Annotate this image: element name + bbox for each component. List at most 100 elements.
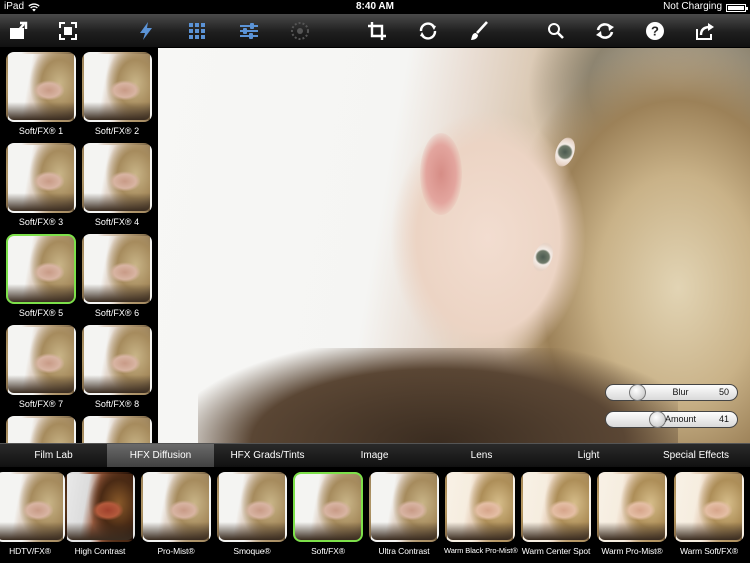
- preset-thumbnail-label: Soft/FX® 7: [18, 399, 64, 409]
- filter-thumbnail[interactable]: HDTV/FX®: [0, 472, 66, 556]
- refresh-button[interactable]: [592, 18, 618, 44]
- preset-thumbnail[interactable]: Soft/FX® 6: [81, 234, 153, 318]
- magnify-button[interactable]: [543, 18, 569, 44]
- brush-button[interactable]: [466, 18, 492, 44]
- tab-hfx-diffusion[interactable]: HFX Diffusion: [107, 444, 214, 468]
- filter-thumbnail-image: [293, 472, 363, 542]
- filter-thumbnail-label: Warm Pro-Mist®: [601, 546, 663, 556]
- grid-button[interactable]: [184, 18, 210, 44]
- preset-thumbnail[interactable]: Soft/FX® 1: [5, 52, 77, 136]
- filter-thumbnail[interactable]: High Contrast: [64, 472, 136, 556]
- battery-icon: [726, 3, 748, 12]
- filter-thumbnail-image: [445, 472, 515, 542]
- status-time: 8:40 AM: [356, 1, 394, 12]
- filters-button[interactable]: [133, 18, 159, 44]
- status-bar: iPad 8:40 AM Not Charging: [0, 0, 750, 14]
- preset-thumbnail-image: [82, 234, 152, 304]
- preset-thumbnail[interactable]: [5, 416, 77, 443]
- filter-thumbnail-image: [141, 472, 211, 542]
- filter-thumbnail-label: HDTV/FX®: [9, 546, 51, 556]
- share-button[interactable]: [692, 18, 718, 44]
- refresh-icon: [596, 23, 614, 39]
- spot-icon: [291, 22, 309, 40]
- tab-hfx-grads-tints[interactable]: HFX Grads/Tints: [214, 444, 321, 468]
- preset-thumbnail-label: Soft/FX® 1: [18, 126, 64, 136]
- tab-light[interactable]: Light: [535, 444, 642, 468]
- preset-thumbnail-image: [6, 143, 76, 213]
- adjust-sliders-icon: [240, 23, 258, 39]
- magnify-icon: [548, 23, 564, 39]
- filter-thumbnail-image: [0, 472, 65, 542]
- preset-thumbnail-panel[interactable]: Soft/FX® 1 Soft/FX® 2 Soft/FX® 3 Soft/FX…: [0, 48, 158, 443]
- filter-thumbnail-label: Soft/FX®: [311, 546, 345, 556]
- preset-thumbnail-label: Soft/FX® 4: [94, 217, 140, 227]
- filter-filmstrip[interactable]: HDTV/FX® High Contrast Pro-Mist® Smoque®…: [0, 467, 750, 563]
- tab-special-effects[interactable]: Special Effects: [642, 444, 750, 468]
- preset-thumbnail-selected[interactable]: Soft/FX® 5: [5, 234, 77, 318]
- rotate-button[interactable]: [415, 18, 441, 44]
- toolbar: ?: [0, 14, 750, 48]
- photo-eye: [529, 239, 557, 275]
- preset-thumbnail[interactable]: Soft/FX® 2: [81, 52, 153, 136]
- battery-status-label: Not Charging: [663, 1, 722, 12]
- filter-thumbnail-label: Warm Soft/FX®: [679, 546, 738, 556]
- filter-thumbnail-label: Pro-Mist®: [157, 546, 195, 556]
- preset-thumbnail-image: [6, 325, 76, 395]
- filter-thumbnail-image: [65, 472, 135, 542]
- blur-slider-label: Blur: [672, 387, 689, 397]
- preset-thumbnail-image: [82, 143, 152, 213]
- filter-thumbnail-selected[interactable]: Soft/FX®: [292, 472, 364, 556]
- preset-thumbnail-image: [82, 52, 152, 122]
- filter-thumbnail-image: [674, 472, 744, 542]
- amount-slider-thumb[interactable]: [649, 411, 666, 428]
- preset-thumbnail[interactable]: Soft/FX® 7: [5, 325, 77, 409]
- preset-thumbnail-image: [6, 52, 76, 122]
- preset-thumbnail-label: Soft/FX® 2: [94, 126, 140, 136]
- filter-thumbnail-image: [369, 472, 439, 542]
- fit-screen-button[interactable]: [55, 18, 81, 44]
- spot-button[interactable]: [287, 18, 313, 44]
- preset-thumbnail[interactable]: Soft/FX® 3: [5, 143, 77, 227]
- filter-thumbnail-image: [597, 472, 667, 542]
- blur-slider[interactable]: Blur 50: [605, 384, 738, 401]
- status-right: Not Charging: [663, 0, 748, 14]
- filter-thumbnail[interactable]: Warm Pro-Mist®: [596, 472, 668, 556]
- filter-thumbnail[interactable]: Warm Soft/FX®: [673, 472, 745, 556]
- blur-slider-thumb[interactable]: [629, 384, 646, 401]
- preset-thumbnail[interactable]: [81, 416, 153, 443]
- amount-slider[interactable]: Amount 41: [605, 411, 738, 428]
- help-button[interactable]: ?: [642, 18, 668, 44]
- amount-slider-label: Amount: [664, 414, 697, 424]
- adjust-button[interactable]: [236, 18, 262, 44]
- filter-thumbnail-image: [521, 472, 591, 542]
- preset-thumbnail-image: [6, 234, 76, 304]
- filter-thumbnail-label: Warm Center Spot: [521, 546, 591, 556]
- blur-slider-value: 50: [718, 387, 729, 397]
- preset-thumbnail-label: Soft/FX® 3: [18, 217, 64, 227]
- svg-text:?: ?: [651, 24, 659, 39]
- filter-thumbnail-label: Warm Black Pro-Mist®: [444, 546, 518, 555]
- filter-thumbnail-label: Ultra Contrast: [378, 546, 430, 556]
- filter-thumbnail[interactable]: Warm Black Pro-Mist®: [444, 472, 518, 555]
- filter-thumbnail[interactable]: Smoque®: [216, 472, 288, 556]
- filter-thumbnail-image: [217, 472, 287, 542]
- preset-thumbnail-image: [82, 325, 152, 395]
- preset-thumbnail[interactable]: Soft/FX® 4: [81, 143, 153, 227]
- photo-lips: [420, 133, 462, 215]
- filter-thumbnail[interactable]: Warm Center Spot: [520, 472, 592, 556]
- filter-thumbnail-label: High Contrast: [74, 546, 126, 556]
- preset-thumbnail[interactable]: Soft/FX® 8: [81, 325, 153, 409]
- tab-film-lab[interactable]: Film Lab: [0, 444, 107, 468]
- open-image-icon: [10, 21, 28, 39]
- filter-thumbnail[interactable]: Ultra Contrast: [368, 472, 440, 556]
- filter-thumbnail-label: Smoque®: [233, 546, 271, 556]
- help-icon: ?: [646, 22, 664, 40]
- fit-screen-icon: [59, 22, 77, 40]
- photo-eye: [551, 134, 579, 170]
- filter-thumbnail[interactable]: Pro-Mist®: [140, 472, 212, 556]
- tab-lens[interactable]: Lens: [428, 444, 535, 468]
- open-image-button[interactable]: [6, 18, 32, 44]
- tab-image[interactable]: Image: [321, 444, 428, 468]
- crop-button[interactable]: [364, 18, 390, 44]
- grid-icon: [189, 23, 205, 39]
